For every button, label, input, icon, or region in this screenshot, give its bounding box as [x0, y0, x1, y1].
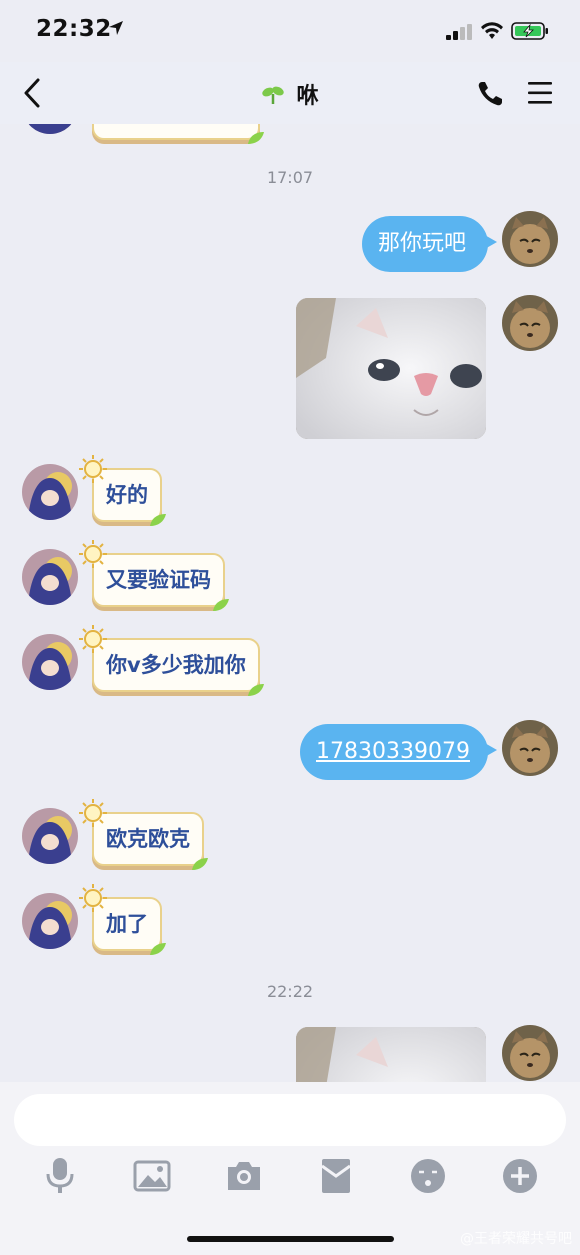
composer: @王者荣耀共号吧 [0, 1082, 580, 1255]
camera-icon[interactable] [224, 1156, 264, 1196]
chat-header: 咻 [0, 62, 580, 124]
location-arrow-icon [109, 21, 123, 35]
message-text: 你v多少我加你 [106, 653, 246, 677]
user-avatar[interactable] [502, 295, 558, 351]
outgoing-message[interactable]: 17830339079 [300, 724, 497, 780]
outgoing-photo[interactable] [296, 298, 486, 439]
message-text: 又要验证码 [106, 568, 211, 592]
signal-icon [446, 24, 472, 40]
red-packet-icon[interactable] [316, 1156, 356, 1196]
sun-sticker-icon [79, 625, 107, 653]
microphone-icon[interactable] [40, 1156, 80, 1196]
status-time: 22:32 [36, 16, 112, 42]
leaf-icon [150, 943, 166, 955]
sun-sticker-icon [79, 540, 107, 568]
incoming-message[interactable]: 欧克欧克 [79, 799, 208, 870]
sun-sticker-icon [79, 884, 107, 912]
emoji-icon[interactable] [408, 1156, 448, 1196]
wifi-icon [481, 22, 503, 39]
leaf-icon [248, 132, 264, 144]
battery-charging-icon [511, 22, 548, 40]
leaf-icon [192, 858, 208, 870]
contact-avatar[interactable] [22, 549, 78, 605]
home-indicator [187, 1236, 394, 1242]
incoming-message[interactable]: 你v多少我加你 [79, 625, 264, 696]
sun-sticker-icon [79, 799, 107, 827]
contact-avatar[interactable] [22, 893, 78, 949]
sun-sticker-icon [79, 455, 107, 483]
user-avatar[interactable] [502, 1025, 558, 1081]
leaf-icon [150, 514, 166, 526]
message-bubble-partial[interactable] [92, 124, 264, 144]
contact-avatar[interactable] [22, 124, 78, 134]
message-text: 好的 [106, 483, 148, 507]
watermark: @王者荣耀共号吧 [460, 1231, 572, 1247]
status-bar: 22:32 [0, 0, 580, 62]
incoming-message[interactable]: 又要验证码 [79, 540, 229, 611]
message-text: 欧克欧克 [106, 827, 190, 851]
leaf-icon [247, 684, 264, 696]
plus-icon[interactable] [500, 1156, 540, 1196]
contact-avatar[interactable] [22, 634, 78, 690]
contact-avatar[interactable] [22, 808, 78, 864]
user-avatar[interactable] [502, 720, 558, 776]
contact-avatar[interactable] [22, 464, 78, 520]
message-text: 加了 [106, 912, 148, 936]
phone-icon[interactable] [476, 80, 504, 108]
phone-number-link[interactable]: 17830339079 [316, 739, 470, 764]
message-text: 那你玩吧 [378, 231, 467, 256]
timestamp: 17:07 [266, 168, 314, 187]
message-input[interactable] [14, 1094, 566, 1146]
chat-title: 咻 [296, 84, 319, 109]
sprout-icon [262, 86, 285, 104]
chat-area[interactable]: 17:07 那你玩吧 好的 又要验证码 你v多少我加你 17830339079 … [0, 124, 580, 1082]
menu-icon[interactable] [526, 80, 554, 106]
outgoing-message[interactable]: 那你玩吧 [362, 216, 497, 272]
outgoing-photo[interactable] [296, 1027, 486, 1082]
timestamp: 22:22 [266, 982, 314, 1001]
user-avatar[interactable] [502, 211, 558, 267]
image-icon[interactable] [132, 1156, 172, 1196]
leaf-icon [213, 599, 229, 611]
incoming-message[interactable]: 加了 [79, 884, 166, 955]
incoming-message[interactable]: 好的 [79, 455, 166, 526]
